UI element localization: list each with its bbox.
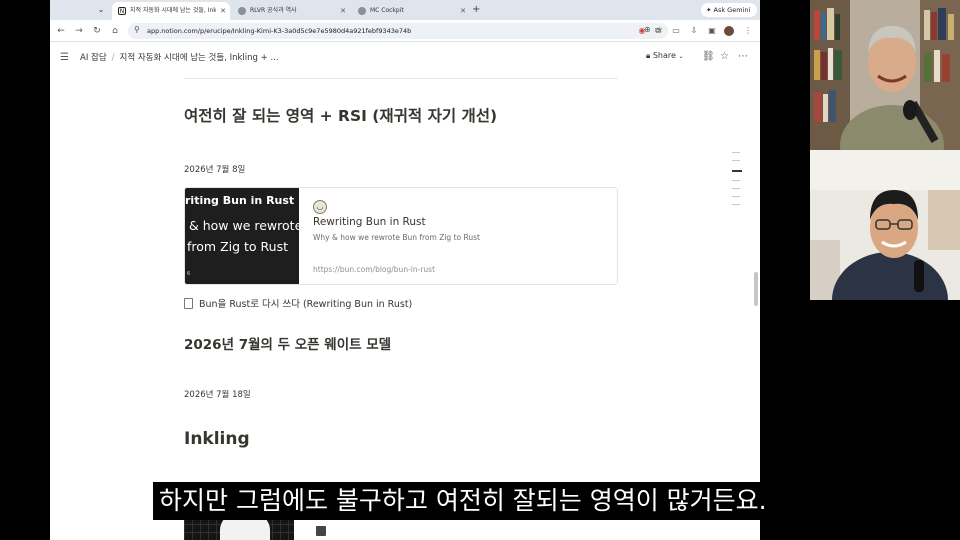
- tab-notion[interactable]: N 지적 자동화 시대에 남는 것들, Ink ✕: [112, 2, 230, 20]
- thumbnail-text: & how we rewrote: [189, 218, 299, 233]
- reload-icon[interactable]: ↻: [90, 24, 104, 38]
- bookmark-url: https://bun.com/blog/bun-in-rust: [313, 265, 436, 274]
- tab-rlvr[interactable]: RLVR 공식과 역사 ✕: [232, 2, 350, 20]
- tab-mc-cockpit[interactable]: MC Cockpit ✕: [352, 2, 470, 20]
- toc-item[interactable]: [732, 188, 740, 189]
- screen: ⌄ N 지적 자동화 시대에 남는 것들, Ink ✕ RLVR 공식과 역사 …: [0, 0, 960, 540]
- url-field[interactable]: ⚲ app.notion.com/p/erucipe/Inkling-Kimi-…: [128, 23, 668, 39]
- heading-1: 여전히 잘 되는 영역 + RSI (재귀적 자기 개선): [184, 107, 498, 125]
- breadcrumb: AI 잡담 / 지적 자동화 시대에 남는 것들, Inkling + ...: [80, 53, 279, 63]
- extension-icon[interactable]: ⇩: [688, 24, 700, 38]
- extension-icon[interactable]: ▣: [706, 24, 718, 38]
- bookmark-title: Rewriting Bun in Rust: [313, 216, 426, 228]
- close-icon[interactable]: ✕: [460, 2, 466, 20]
- page-link-label: Bun을 Rust로 다시 쓰다 (Rewriting Bun in Rust): [199, 299, 413, 310]
- thumbnail-text: 6: [187, 271, 191, 277]
- tab-title: 지적 자동화 시대에 남는 것들, Ink: [130, 7, 216, 14]
- tab-strip: ⌄ N 지적 자동화 시대에 남는 것들, Ink ✕ RLVR 공식과 역사 …: [50, 0, 760, 20]
- bun-favicon: ◡: [313, 200, 327, 214]
- bookmark-thumbnail: riting Bun in Rust & how we rewrote from…: [185, 188, 299, 284]
- date-text: 2026년 7월 8일: [184, 165, 246, 175]
- forward-icon[interactable]: →: [72, 24, 86, 38]
- breadcrumb-item[interactable]: AI 잡담: [80, 53, 107, 63]
- bookmark-card[interactable]: riting Bun in Rust & how we rewrote from…: [184, 187, 618, 285]
- heading-3: Inkling: [184, 429, 250, 449]
- share-button[interactable]: 🔒︎ Share ⌄: [646, 51, 683, 61]
- webcam-host-video: [810, 0, 960, 150]
- toc-item[interactable]: [732, 204, 740, 205]
- toc-item[interactable]: [732, 196, 740, 197]
- bookmark-favicon: [316, 526, 326, 536]
- extension-icon[interactable]: ▭: [670, 24, 682, 38]
- page-link[interactable]: Bun을 Rust로 다시 쓰다 (Rewriting Bun in Rust): [184, 296, 412, 310]
- tab-menu-icon[interactable]: ⌄: [94, 3, 108, 17]
- tab-title: MC Cockpit: [370, 7, 404, 14]
- webcam-guest-video: [810, 150, 960, 300]
- extension-icon[interactable]: ◉: [636, 24, 648, 38]
- chrome-favicon: [358, 7, 366, 15]
- ask-gemini-button[interactable]: ✦ Ask Gemini: [701, 3, 757, 17]
- webcam-host: [810, 0, 960, 150]
- more-icon[interactable]: ⋯: [738, 51, 748, 62]
- scrollbar-thumb[interactable]: [754, 272, 758, 306]
- star-icon[interactable]: ☆: [720, 51, 729, 62]
- page-icon: [184, 298, 193, 309]
- tab-title: RLVR 공식과 역사: [250, 7, 297, 14]
- toc-item-active[interactable]: [732, 170, 742, 172]
- ask-gemini-label: Ask Gemini: [713, 6, 751, 14]
- notion-topbar: ☰ AI 잡담 / 지적 자동화 시대에 남는 것들, Inkling + ... …: [50, 42, 760, 74]
- notion-favicon: N: [118, 7, 126, 15]
- webcam-guest: [810, 150, 960, 300]
- extension-icon[interactable]: ⧉: [652, 24, 664, 38]
- divider: [184, 78, 618, 79]
- thumbnail-text: riting Bun in Rust: [185, 194, 295, 207]
- address-bar: ← → ↻ ⌂ ⚲ app.notion.com/p/erucipe/Inkli…: [50, 20, 760, 42]
- video-subtitle: 하지만 그럼에도 불구하고 여전히 잘되는 영역이 많거든요.: [153, 482, 773, 520]
- tune-icon[interactable]: ⚲: [134, 25, 140, 34]
- menu-icon[interactable]: ⋮: [742, 24, 754, 38]
- toc-item[interactable]: [732, 160, 740, 161]
- back-icon[interactable]: ←: [54, 24, 68, 38]
- close-icon[interactable]: ✕: [340, 2, 346, 20]
- home-icon[interactable]: ⌂: [108, 24, 122, 38]
- url-text: app.notion.com/p/erucipe/Inkling-Kimi-K3…: [147, 27, 412, 35]
- lock-icon: 🔒︎: [646, 51, 653, 60]
- profile-icon[interactable]: [724, 26, 734, 36]
- toc-item[interactable]: [732, 152, 740, 153]
- browser-window: ⌄ N 지적 자동화 시대에 남는 것들, Ink ✕ RLVR 공식과 역사 …: [50, 0, 760, 540]
- link-icon[interactable]: ⛓: [702, 51, 715, 62]
- gemini-icon: ✦: [706, 6, 714, 14]
- hamburger-icon[interactable]: ☰: [60, 52, 69, 63]
- toc-item[interactable]: [732, 180, 740, 181]
- bookmark-description: Why & how we rewrote Bun from Zig to Rus…: [313, 233, 480, 242]
- close-icon[interactable]: ✕: [220, 2, 226, 20]
- heading-2: 2026년 7월의 두 오픈 웨이트 모델: [184, 337, 392, 353]
- thumbnail-text: from Zig to Rust: [187, 239, 288, 254]
- chrome-favicon: [238, 7, 246, 15]
- date-text: 2026년 7월 18일: [184, 390, 251, 400]
- breadcrumb-item[interactable]: 지적 자동화 시대에 남는 것들, Inkling + ...: [120, 53, 279, 63]
- new-tab-icon[interactable]: +: [472, 3, 480, 17]
- share-label: Share: [652, 51, 676, 60]
